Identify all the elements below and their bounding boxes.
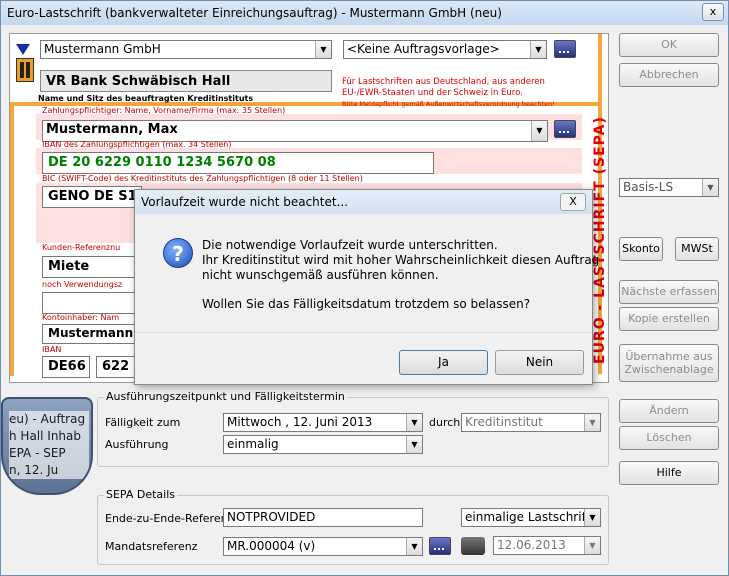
- vertical-title: EURO - LASTSCHRIFT (SEPA): [592, 116, 608, 364]
- template-value: <Keine Auftragsvorlage>: [347, 42, 500, 56]
- chevron-down-icon[interactable]: ▼: [584, 509, 600, 526]
- mandate-date-combo[interactable]: 12.06.2013 ▼: [493, 536, 601, 555]
- change-button[interactable]: Ändern: [619, 399, 719, 423]
- calendar-icon[interactable]: [461, 537, 485, 555]
- skonto-button[interactable]: Skonto: [619, 237, 663, 261]
- payer-value: Mustermann, Max: [46, 122, 178, 137]
- exec-label: Ausführung: [105, 438, 169, 451]
- due-date-combo[interactable]: Mittwoch , 12. Juni 2013 ▼: [223, 413, 423, 432]
- chevron-down-icon[interactable]: ▼: [315, 41, 331, 58]
- payer-picker-button[interactable]: [554, 120, 576, 138]
- dialog-title-bar: Vorlaufzeit wurde nicht beachtet... X: [135, 190, 592, 214]
- cancel-button[interactable]: Abbrechen: [619, 63, 719, 87]
- dialog-line-3: nicht wunschgemäß ausführen können.: [202, 268, 439, 282]
- template-combo[interactable]: <Keine Auftragsvorlage> ▼: [343, 40, 547, 59]
- next-button[interactable]: Nächste erfassen: [619, 280, 719, 304]
- clipboard-line-1: Übernahme aus: [625, 350, 713, 363]
- iban2-part1[interactable]: DE66: [42, 356, 90, 378]
- sequence-combo[interactable]: einmalige Lastschrift ▼: [461, 508, 601, 527]
- yes-button[interactable]: Ja: [399, 350, 488, 375]
- orange-left-bar: [10, 106, 14, 376]
- chevron-down-icon[interactable]: ▼: [531, 121, 547, 141]
- mandate-combo[interactable]: MR.000004 (v) ▼: [223, 537, 423, 556]
- iban-label: IBAN des Zahlungspflichtigen (max. 34 St…: [42, 140, 232, 149]
- clipboard-button[interactable]: Übernahme aus Zwischenablage: [619, 344, 719, 382]
- chevron-down-icon[interactable]: ▼: [406, 414, 422, 431]
- ref-input[interactable]: Miete: [42, 256, 142, 278]
- ref-label: Kunden-Referenznu: [42, 243, 121, 252]
- stamp-line: h Hall Inhab: [9, 429, 81, 443]
- dialog-title: Vorlaufzeit wurde nicht beachtet...: [141, 195, 349, 209]
- holder-input[interactable]: Mustermann: [42, 324, 142, 344]
- due-date-value: Mittwoch , 12. Juni 2013: [227, 415, 373, 429]
- question-icon: ?: [163, 238, 193, 268]
- purpose-input[interactable]: [42, 292, 142, 314]
- sepa-group-title: SEPA Details: [104, 488, 178, 501]
- bic-label: BIC (SWIFT-Code) des Kreditinstituts des…: [42, 174, 363, 183]
- company-value: Mustermann GmbH: [44, 42, 161, 56]
- ok-button[interactable]: OK: [619, 33, 719, 57]
- exec-value: einmalig: [227, 437, 279, 451]
- dialog-line-1: Die notwendige Vorlaufzeit wurde untersc…: [202, 238, 498, 252]
- delete-button[interactable]: Löschen: [619, 426, 719, 450]
- chevron-down-icon[interactable]: ▼: [406, 436, 422, 453]
- note-line-1: Für Lastschriften aus Deutschland, aus a…: [342, 77, 545, 87]
- execution-group: Ausführungszeitpunkt und Fälligkeitsterm…: [97, 390, 609, 467]
- bic-input[interactable]: GENO DE S1: [42, 186, 142, 208]
- template-picker-button[interactable]: [554, 40, 576, 58]
- iban-input[interactable]: DE 20 6229 0110 1234 5670 08: [42, 152, 434, 174]
- mandate-date-value: 12.06.2013: [497, 538, 566, 552]
- dialog-line-2: Ihr Kreditinstitut wird mit hoher Wahrsc…: [202, 253, 600, 267]
- bank-logo-icon: [16, 58, 34, 82]
- warning-dialog: Vorlaufzeit wurde nicht beachtet... X ? …: [134, 189, 599, 385]
- by-value: Kreditinstitut: [465, 415, 543, 429]
- company-combo[interactable]: Mustermann GmbH ▼: [40, 40, 332, 59]
- main-window: Euro-Lastschrift (bankverwalteter Einrei…: [0, 0, 729, 576]
- by-combo[interactable]: Kreditinstitut ▼: [461, 413, 601, 432]
- mandate-picker-button[interactable]: [429, 537, 451, 555]
- e2e-label: Ende-zu-Ende-Referenz: [105, 512, 234, 525]
- stamp-shield-icon: eu) - Auftrag h Hall Inhab EPA - SEP n, …: [1, 397, 93, 495]
- exec-combo[interactable]: einmalig ▼: [223, 435, 423, 454]
- stamp-text: eu) - Auftrag h Hall Inhab EPA - SEP n, …: [9, 411, 89, 479]
- due-label: Fälligkeit zum: [105, 416, 181, 429]
- mandate-label: Mandatsreferenz: [105, 540, 198, 553]
- iban2-label: IBAN: [42, 345, 62, 354]
- chevron-down-icon[interactable]: ▼: [406, 538, 422, 555]
- chevron-down-icon[interactable]: ▼: [530, 41, 546, 58]
- help-button[interactable]: Hilfe: [619, 461, 719, 485]
- stamp-line: EPA - SEP: [9, 446, 66, 460]
- by-label: durch: [429, 416, 461, 429]
- title-bar: Euro-Lastschrift (bankverwalteter Einrei…: [1, 1, 728, 25]
- dialog-close-button[interactable]: X: [560, 193, 586, 211]
- window-title: Euro-Lastschrift (bankverwalteter Einrei…: [7, 6, 502, 20]
- e2e-input[interactable]: NOTPROVIDED: [223, 508, 423, 527]
- copy-button[interactable]: Kopie erstellen: [619, 307, 719, 331]
- bank-caption: Name und Sitz des beauftragten Kreditins…: [38, 94, 254, 103]
- execution-group-title: Ausführungszeitpunkt und Fälligkeitsterm…: [104, 390, 347, 403]
- clipboard-line-2: Zwischenablage: [624, 363, 714, 376]
- chevron-down-icon[interactable]: ▼: [702, 179, 718, 196]
- no-button[interactable]: Nein: [495, 350, 584, 375]
- arrow-down-icon[interactable]: [16, 44, 30, 55]
- chevron-down-icon[interactable]: ▼: [584, 537, 600, 554]
- note-line-2: EU-/EWR-Staaten und der Schweiz in Euro.: [342, 88, 523, 98]
- basis-value: Basis-LS: [623, 180, 674, 194]
- window-close-button[interactable]: x: [702, 3, 724, 21]
- mandate-value: MR.000004 (v): [227, 539, 316, 553]
- note-line-3: Bitte Meldepflicht gemäß Außenwirtschaft…: [342, 100, 555, 108]
- purpose-label: noch Verwendungsz: [42, 280, 123, 289]
- bank-name-field: VR Bank Schwäbisch Hall: [40, 70, 332, 92]
- basis-combo[interactable]: Basis-LS ▼: [619, 178, 719, 197]
- payer-label: Zahlungspflichtiger: Name, Vorname/Firma…: [42, 106, 286, 115]
- stamp-line: n, 12. Ju: [9, 463, 59, 477]
- stamp-line: eu) - Auftrag: [9, 412, 86, 426]
- region-note: Für Lastschriften aus Deutschland, aus a…: [342, 77, 555, 110]
- dialog-line-4: Wollen Sie das Fälligkeitsdatum trotzdem…: [202, 297, 531, 311]
- holder-label: Kontoinhaber: Nam: [42, 313, 120, 322]
- mwst-button[interactable]: MWSt: [675, 237, 719, 261]
- sequence-value: einmalige Lastschrift: [465, 510, 591, 524]
- chevron-down-icon[interactable]: ▼: [584, 414, 600, 431]
- payer-combo[interactable]: Mustermann, Max ▼: [42, 120, 548, 142]
